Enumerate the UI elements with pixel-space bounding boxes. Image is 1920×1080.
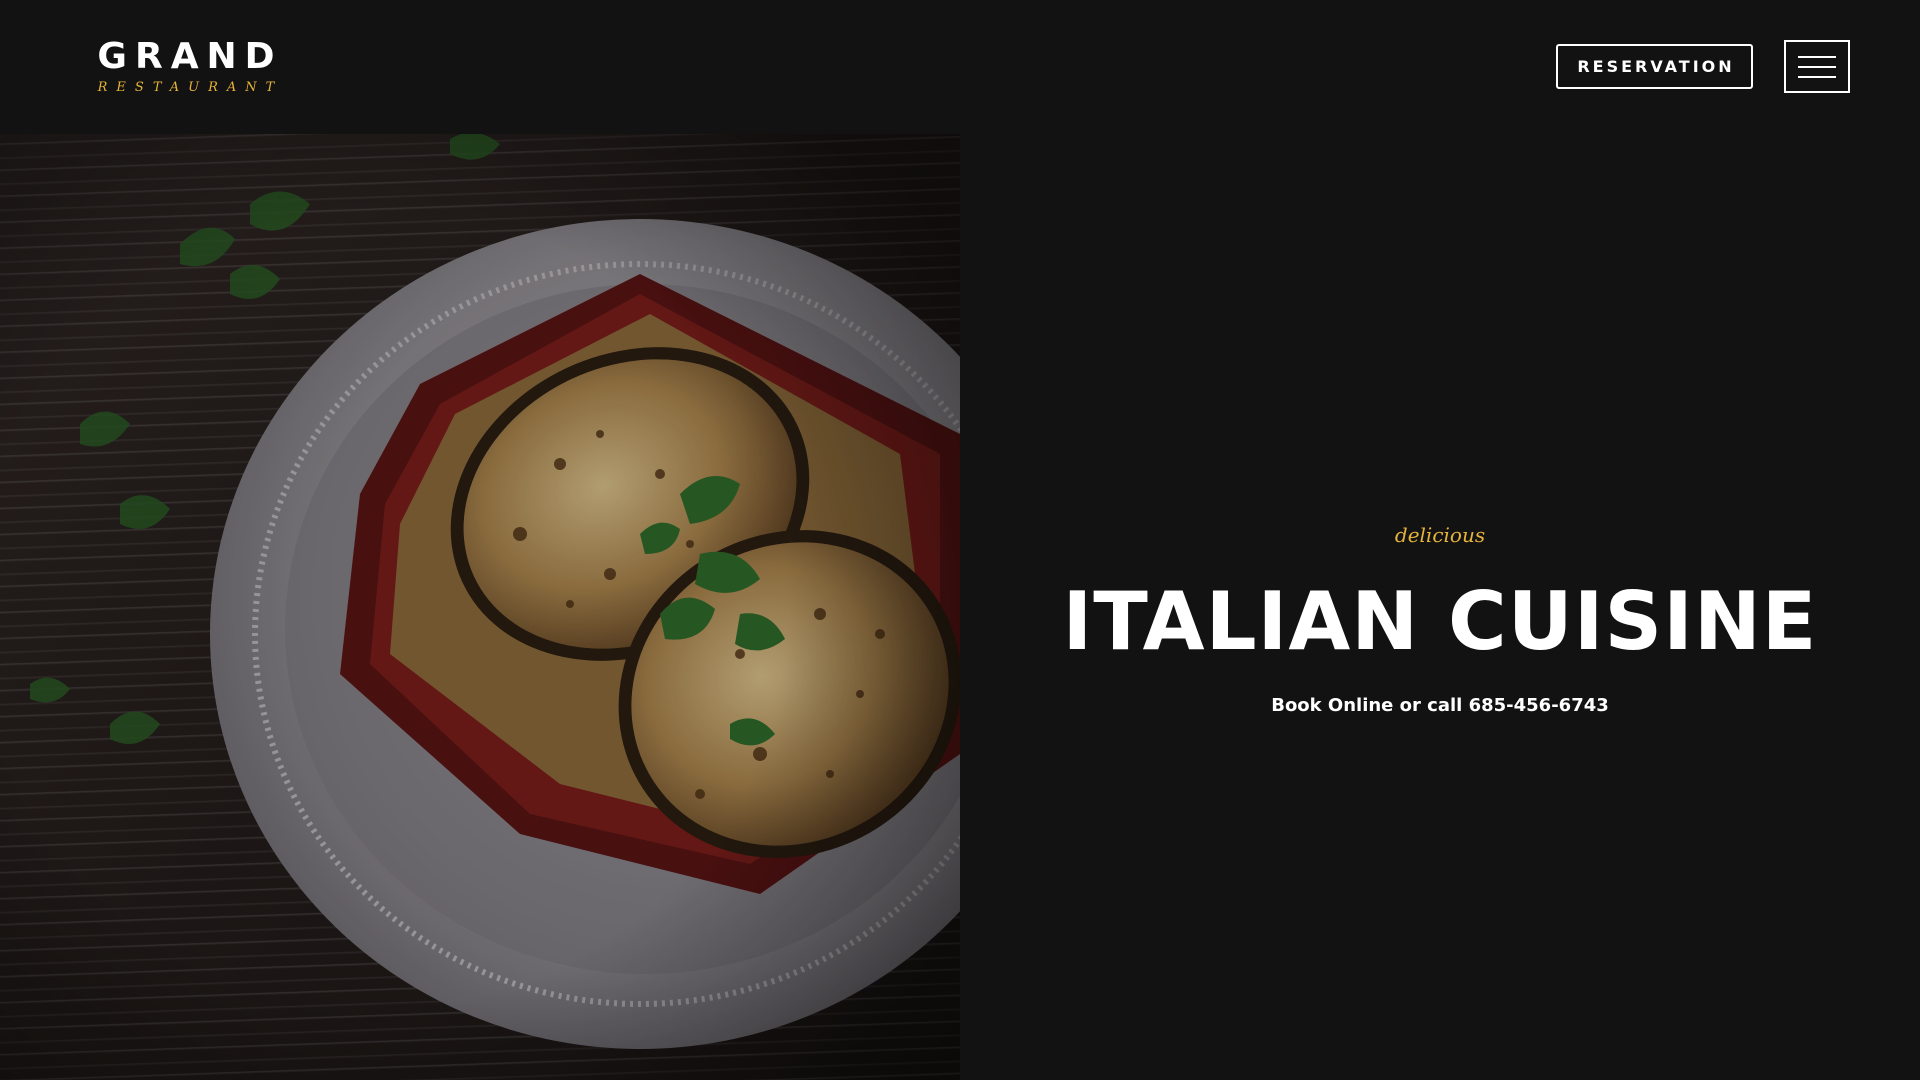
logo-subtitle: RESTAURANT [97,80,284,95]
hero-title: ITALIAN CUISINE [1062,575,1818,668]
logo[interactable]: GRAND RESTAURANT [86,36,286,96]
page: GRAND RESTAURANT RESERVATION delicious I… [0,0,1920,1080]
reservation-button[interactable]: RESERVATION [1556,44,1753,89]
logo-name: GRAND [97,36,283,77]
hamburger-menu-button[interactable] [1784,40,1850,93]
site-header: GRAND RESTAURANT RESERVATION [0,0,1920,134]
hamburger-menu-icon-bar [1798,76,1836,78]
hero-text-panel: delicious ITALIAN CUISINE Book Online or… [960,134,1920,1080]
hero-food-image [0,134,960,1080]
hamburger-menu-icon-bar [1798,66,1836,68]
hero-booking-text: Book Online or call 685-456-6743 [1271,695,1609,716]
hero-tagline: delicious [1394,523,1486,547]
hamburger-menu-icon [1798,56,1836,58]
lasagna-plate-illustration [0,134,960,1080]
